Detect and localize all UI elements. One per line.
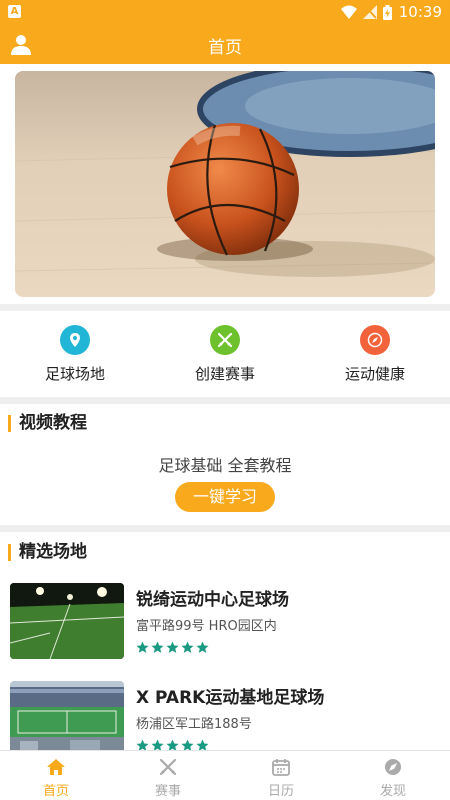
crossed-swords-icon	[159, 758, 177, 776]
star-icon	[166, 739, 179, 750]
wifi-icon	[341, 5, 357, 19]
sim-indicator: A	[8, 5, 21, 18]
venue-address: 富平路99号 HRO园区内	[136, 619, 277, 634]
tab-label: 首页	[42, 784, 69, 799]
featured-venues-section: 精选场地 锐绮运动中心足球场 富平路99号 HRO园区内 X PARK运动基地足…	[0, 532, 450, 750]
quick-link-health[interactable]: 运动健康	[315, 325, 435, 384]
section-title: 视频教程	[8, 415, 87, 432]
venue-card[interactable]: X PARK运动基地足球场 杨浦区军工路188号	[10, 681, 440, 750]
video-tutorial-section: 视频教程 足球基础 全套教程 一键学习	[0, 404, 450, 525]
section-title: 精选场地	[8, 544, 87, 561]
venue-thumbnail	[10, 681, 124, 750]
bottom-tab-bar: 首页 赛事 日历 发现	[0, 750, 450, 800]
star-icon	[151, 739, 164, 750]
quick-link-venues[interactable]: 足球场地	[15, 325, 135, 384]
star-icon	[151, 641, 164, 653]
basketball-photo	[15, 71, 435, 297]
quick-links: 足球场地 创建赛事 运动健康	[0, 311, 450, 397]
quick-link-create-event[interactable]: 创建赛事	[165, 325, 285, 384]
star-icon	[196, 641, 209, 653]
tab-label: 赛事	[154, 784, 181, 799]
star-icon	[136, 739, 149, 750]
battery-icon	[383, 4, 392, 20]
venue-card[interactable]: 锐绮运动中心足球场 富平路99号 HRO园区内	[10, 583, 440, 663]
calendar-icon	[272, 759, 290, 776]
banner-section	[0, 64, 450, 304]
tab-discover[interactable]: 发现	[337, 757, 449, 799]
compass-icon	[385, 759, 401, 775]
learn-now-button[interactable]: 一键学习	[175, 482, 275, 512]
star-icon	[181, 641, 194, 653]
tab-calendar[interactable]: 日历	[225, 757, 337, 799]
star-icon	[136, 641, 149, 653]
venue-address: 杨浦区军工路188号	[136, 717, 252, 732]
star-icon	[166, 641, 179, 653]
tab-label: 发现	[379, 784, 406, 799]
quick-link-label: 创建赛事	[194, 365, 255, 383]
crossed-swords-icon	[210, 325, 240, 355]
home-icon	[47, 759, 65, 775]
clock: 10:39	[398, 3, 442, 21]
tab-events[interactable]: 赛事	[112, 757, 224, 799]
venue-name: 锐绮运动中心足球场	[136, 590, 289, 610]
tab-label: 日历	[267, 784, 294, 799]
video-subtitle: 足球基础 全套教程	[158, 456, 292, 475]
page-title: 首页	[208, 38, 242, 58]
tab-home[interactable]: 首页	[0, 757, 112, 799]
star-icon	[196, 739, 209, 750]
app-header: 首页	[0, 24, 450, 64]
banner-image[interactable]	[15, 71, 435, 297]
quick-link-label: 运动健康	[344, 365, 405, 383]
venue-rating	[136, 641, 209, 654]
status-icons	[341, 4, 392, 20]
compass-icon	[360, 325, 390, 355]
no-signal-icon	[363, 5, 377, 19]
venue-rating	[136, 739, 209, 750]
quick-link-label: 足球场地	[44, 365, 105, 383]
star-icon	[181, 739, 194, 750]
venue-name: X PARK运动基地足球场	[136, 688, 325, 708]
status-bar: A 10:39	[0, 0, 450, 24]
map-pin-icon	[60, 325, 90, 355]
venue-thumbnail	[10, 583, 124, 659]
